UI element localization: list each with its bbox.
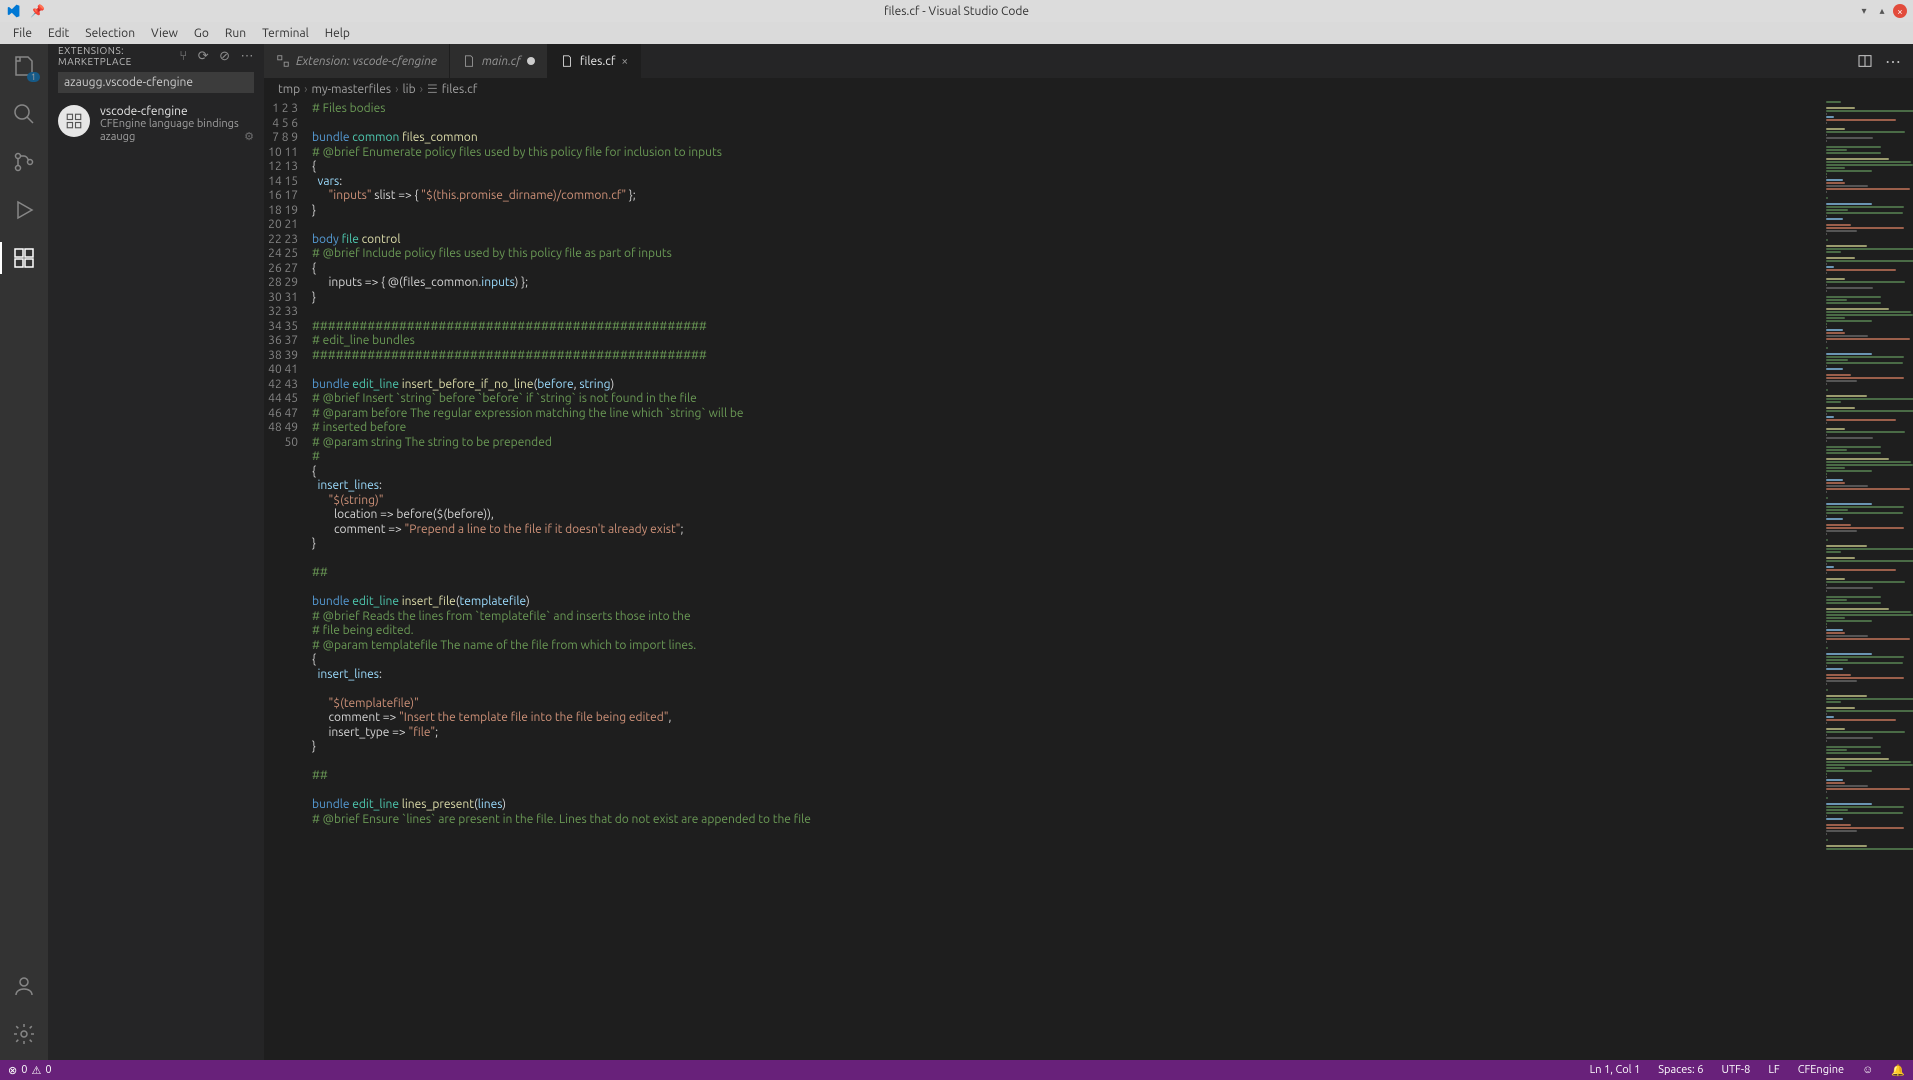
os-titlebar: 📌 files.cf - Visual Studio Code ▾ ▴ × [0,0,1913,22]
tab-extension-preview[interactable]: Extension: vscode-cfengine [264,44,450,78]
close-button[interactable]: × [1893,4,1907,18]
clear-icon[interactable]: ⊘ [219,49,230,64]
file-icon [462,54,476,68]
menubar: File Edit Selection View Go Run Terminal… [0,22,1913,44]
status-encoding[interactable]: UTF-8 [1722,1064,1751,1077]
extension-description: CFEngine language bindings [100,118,254,130]
minimap[interactable] [1821,100,1913,1060]
refresh-icon[interactable]: ⟳ [198,49,209,64]
code-content[interactable]: # Files bodies bundle common files_commo… [312,100,1821,1060]
extension-search-input[interactable] [58,72,254,93]
explorer-icon[interactable]: 1 [10,52,38,80]
search-icon[interactable] [10,100,38,128]
menu-selection[interactable]: Selection [78,24,142,43]
menu-edit[interactable]: Edit [41,24,76,43]
extension-list-item[interactable]: vscode-cfengine CFEngine language bindin… [48,97,264,151]
code-editor[interactable]: 1 2 3 4 5 6 7 8 9 10 11 12 13 14 15 16 1… [264,100,1913,1060]
extension-publisher: azaugg [100,131,135,143]
minimize-button[interactable]: ▾ [1857,4,1871,18]
more-icon[interactable]: ⋯ [241,49,255,64]
source-control-icon[interactable] [10,148,38,176]
more-actions-icon[interactable]: ⋯ [1885,52,1901,71]
breadcrumbs[interactable]: tmp› my-masterfiles› lib› ☰ files.cf [264,78,1913,100]
menu-go[interactable]: Go [187,24,216,43]
extension-name: vscode-cfengine [100,105,254,118]
extension-item-icon [58,105,90,137]
menu-file[interactable]: File [6,24,39,43]
run-debug-icon[interactable] [10,196,38,224]
status-language[interactable]: CFEngine [1798,1064,1844,1077]
status-cursor[interactable]: Ln 1, Col 1 [1590,1064,1641,1077]
pin-icon[interactable]: 📌 [30,4,45,18]
filter-icon[interactable]: ⑂ [179,49,187,64]
accounts-icon[interactable] [10,972,38,1000]
notifications-icon[interactable]: 🔔 [1891,1064,1905,1077]
status-bar: ⊗0 ⚠0 Ln 1, Col 1 Spaces: 6 UTF-8 LF CFE… [0,1060,1913,1080]
activity-bar: 1 [0,44,48,1060]
file-icon [560,54,574,68]
close-tab-icon[interactable]: × [621,55,628,68]
line-number-gutter: 1 2 3 4 5 6 7 8 9 10 11 12 13 14 15 16 1… [264,100,312,1060]
tab-files-cf[interactable]: files.cf × [548,44,641,78]
error-icon: ⊗ [8,1064,17,1077]
extension-tab-icon [276,54,290,68]
menu-view[interactable]: View [144,24,185,43]
menu-help[interactable]: Help [318,24,357,43]
status-indent[interactable]: Spaces: 6 [1658,1064,1703,1077]
status-problems[interactable]: ⊗0 ⚠0 [8,1064,52,1077]
menu-run[interactable]: Run [218,24,253,43]
modified-indicator [527,57,535,65]
feedback-icon[interactable]: ☺ [1862,1064,1873,1077]
sidebar-title: EXTENSIONS: MARKETPLACE [58,45,179,67]
warning-icon: ⚠ [31,1064,41,1077]
status-eol[interactable]: LF [1768,1064,1779,1077]
maximize-button[interactable]: ▴ [1875,4,1889,18]
sidebar: EXTENSIONS: MARKETPLACE ⑂ ⟳ ⊘ ⋯ vscode-c… [48,44,264,1060]
vscode-icon [6,4,20,18]
editor-group: Extension: vscode-cfengine main.cf files… [264,44,1913,1060]
extension-manage-gear-icon[interactable]: ⚙ [244,130,254,143]
file-icon: ☰ [427,82,438,96]
menu-terminal[interactable]: Terminal [255,24,316,43]
window-title: files.cf - Visual Studio Code [884,5,1029,18]
split-editor-icon[interactable] [1857,53,1873,69]
settings-gear-icon[interactable] [10,1020,38,1048]
extensions-icon[interactable] [10,244,38,272]
tab-main-cf[interactable]: main.cf [450,44,548,78]
tab-bar: Extension: vscode-cfengine main.cf files… [264,44,1913,78]
